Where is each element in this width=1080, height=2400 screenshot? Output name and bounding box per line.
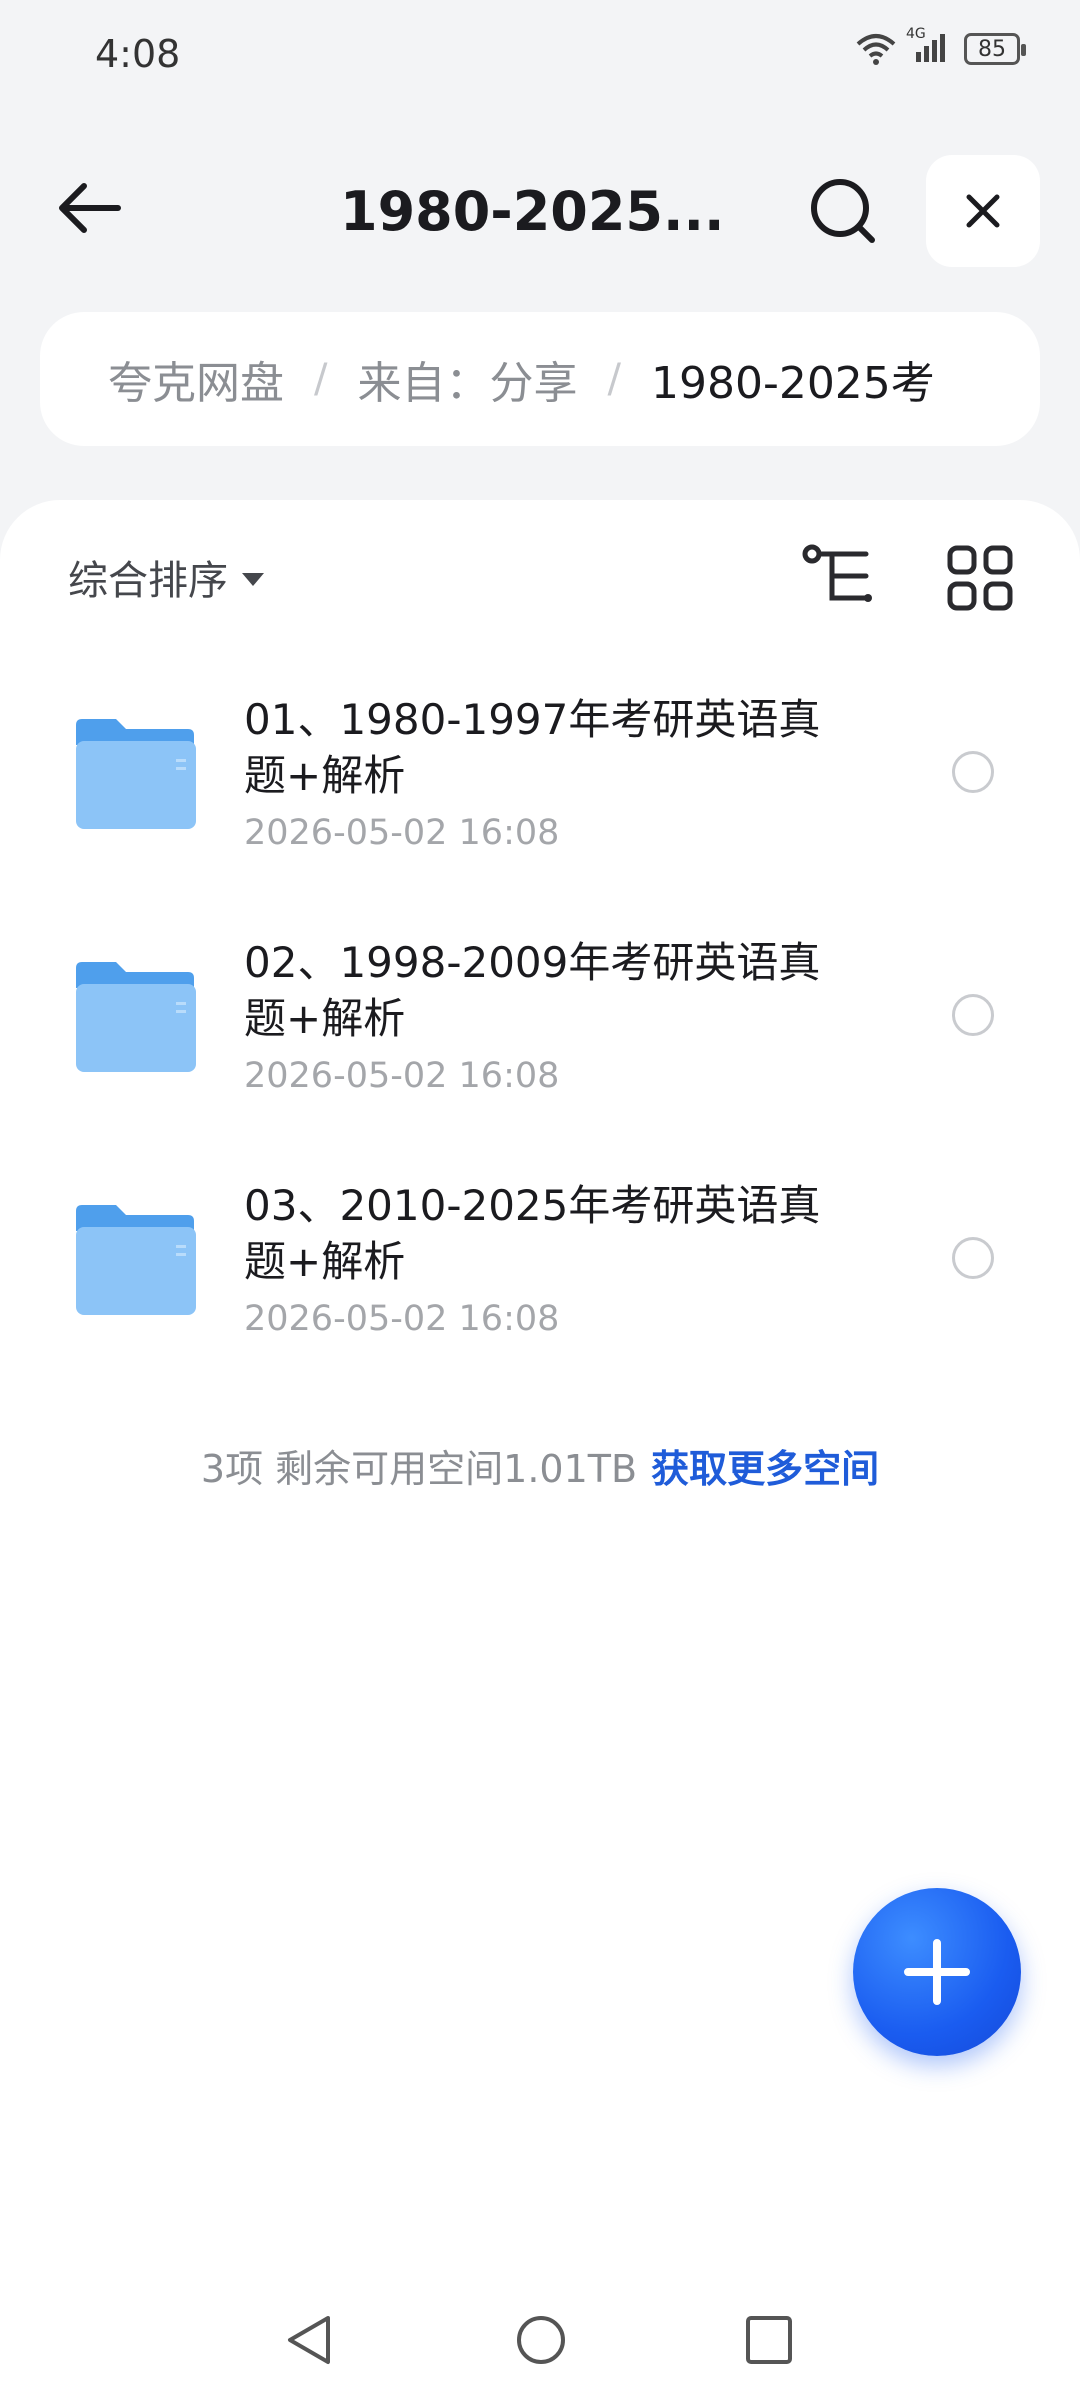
header: 1980-2025... [0, 140, 1080, 280]
breadcrumb-item-current: 1980-2025考 [650, 358, 935, 409]
search-button[interactable] [800, 168, 886, 254]
folder-icon [76, 1205, 196, 1315]
nav-back-icon[interactable] [282, 2312, 336, 2368]
storage-summary: 3项 剩余可用空间1.01TB [200, 1447, 638, 1491]
page-title: 1980-2025... [340, 180, 720, 243]
arrow-left-icon [59, 183, 121, 233]
sort-dropdown[interactable]: 综合排序 [68, 548, 264, 606]
get-more-space-link[interactable]: 获取更多空间 [651, 1447, 879, 1491]
breadcrumb-separator: / [314, 356, 328, 402]
close-icon [966, 194, 1000, 228]
nav-recent-apps-icon[interactable] [744, 2314, 794, 2366]
select-checkbox[interactable] [952, 1237, 994, 1279]
file-list: 01、1980-1997年考研英语真题+解析 2026-05-02 16:08 … [0, 680, 1080, 1409]
grid-view-icon [947, 545, 1013, 611]
folder-icon [76, 962, 196, 1072]
storage-info: 3项 剩余可用空间1.01TB 获取更多空间 [0, 1438, 1080, 1493]
select-checkbox[interactable] [952, 751, 994, 793]
breadcrumb: 夸克网盘 / 来自：分享 / 1980-2025考 [40, 312, 1040, 446]
status-time: 4:08 [95, 32, 181, 76]
nav-home-icon[interactable] [514, 2312, 568, 2368]
breadcrumb-separator: / [607, 356, 621, 402]
signal-icon: 4G [906, 26, 950, 68]
back-button[interactable] [50, 168, 130, 248]
file-name: 03、2010-2025年考研英语真题+解析 [244, 1181, 821, 1286]
folder-icon [76, 719, 196, 829]
status-icons: 4G 85 [856, 26, 1026, 68]
file-name: 01、1980-1997年考研英语真题+解析 [244, 695, 821, 800]
close-button[interactable] [926, 155, 1040, 267]
network-type: 4G [906, 26, 926, 42]
plus-icon [904, 1939, 970, 2005]
battery-icon: 85 [964, 33, 1026, 65]
breadcrumb-item-share[interactable]: 来自：分享 [357, 347, 577, 411]
tree-view-button[interactable] [800, 540, 880, 612]
file-date: 2026-05-02 16:08 [244, 1299, 560, 1339]
file-list-panel: 综合排序 01、1980-1997年考研英语真题+解析 2026-05-02 1 [0, 500, 1080, 2400]
list-item[interactable]: 01、1980-1997年考研英语真题+解析 2026-05-02 16:08 [0, 680, 1080, 923]
file-name: 02、1998-2009年考研英语真题+解析 [244, 938, 821, 1043]
sort-label: 综合排序 [68, 558, 228, 604]
grid-view-button[interactable] [940, 538, 1020, 618]
select-checkbox[interactable] [952, 994, 994, 1036]
breadcrumb-item-root[interactable]: 夸克网盘 [108, 347, 284, 411]
list-item[interactable]: 02、1998-2009年考研英语真题+解析 2026-05-02 16:08 [0, 923, 1080, 1166]
caret-down-icon [242, 572, 264, 586]
wifi-icon [856, 34, 896, 65]
system-nav-bar [0, 2290, 1080, 2390]
list-item[interactable]: 03、2010-2025年考研英语真题+解析 2026-05-02 16:08 [0, 1166, 1080, 1409]
status-bar: 4:08 4G 85 [0, 0, 1080, 110]
battery-level: 85 [978, 36, 1006, 62]
tree-view-icon [802, 544, 872, 602]
file-date: 2026-05-02 16:08 [244, 1056, 560, 1096]
file-date: 2026-05-02 16:08 [244, 813, 560, 853]
add-button[interactable] [853, 1888, 1021, 2056]
search-icon [811, 179, 875, 243]
